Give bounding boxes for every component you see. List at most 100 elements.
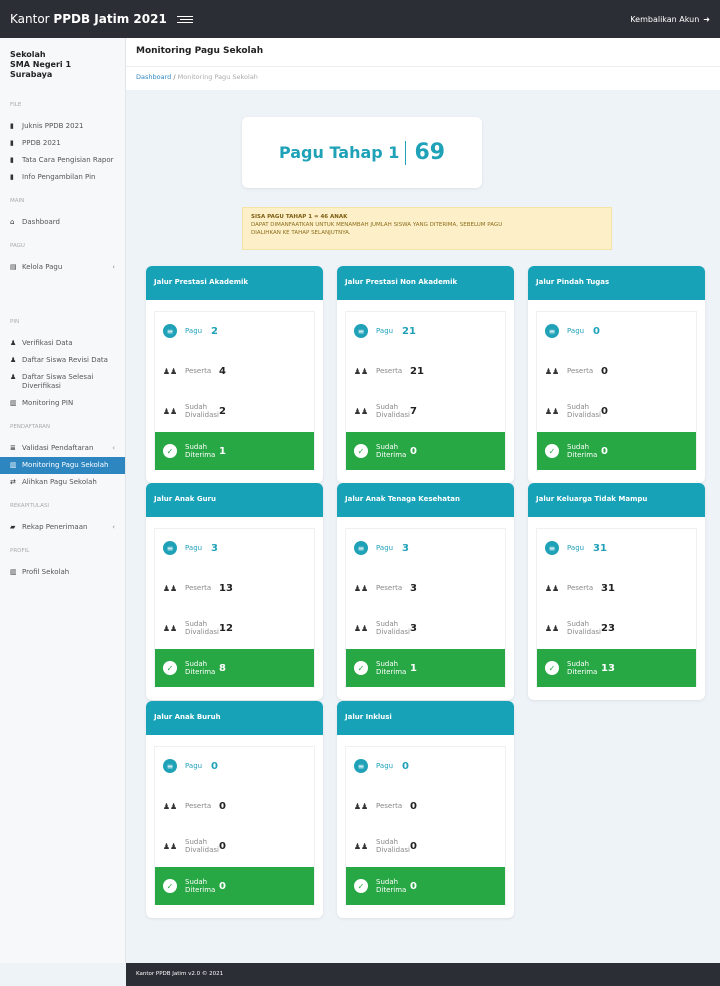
folder-icon: ▰ — [10, 523, 16, 532]
sidebar-item[interactable]: ♟ Daftar Siswa Selesai Diverifikasi — [0, 369, 125, 395]
sidebar-item-label: Alihkan Pagu Sekolah — [22, 478, 97, 487]
alert-line-2: DIALIHKAN KE TAHAP SELANJUTNYA. — [251, 229, 351, 236]
school-label: Sekolah — [10, 50, 46, 59]
home-icon: ⌂ — [10, 218, 15, 227]
pagu-value: 0 — [593, 325, 600, 337]
peserta-row: ♟♟ Peserta 0 — [155, 787, 314, 825]
diterima-row: ✓ Sudah Diterima 0 — [346, 867, 505, 905]
book-icon: ▮ — [10, 139, 14, 148]
divalidasi-value: 7 — [410, 405, 417, 417]
bank-icon: ▥ — [10, 568, 17, 577]
sidebar-item[interactable]: ▥ Monitoring PIN — [0, 395, 125, 412]
chevron-left-icon: ‹ — [112, 523, 115, 532]
pagu-label: Pagu — [185, 326, 203, 335]
top-bar: Kantor PPDB Jatim 2021 Kembalikan Akun ➜ — [0, 0, 720, 38]
diterima-label: Sudah Diterima — [376, 659, 407, 676]
users-icon: ♟♟ — [162, 841, 178, 851]
diterima-value: 0 — [410, 445, 417, 457]
pagu-row: ≡ Pagu 21 — [346, 312, 505, 350]
breadcrumb-current: Monitoring Pagu Sekolah — [177, 73, 258, 81]
remaining-quota-alert: SISA PAGU TAHAP 1 = 46 ANAK DAPAT DIMANF… — [242, 207, 612, 250]
divalidasi-label: Sudah Divalidasi — [185, 619, 219, 636]
users-icon: ♟♟ — [353, 841, 369, 851]
check-circle-icon: ✓ — [163, 661, 177, 675]
breadcrumb-dashboard-link[interactable]: Dashboard — [136, 73, 171, 81]
diterima-row: ✓ Sudah Diterima 8 — [155, 649, 314, 687]
jalur-card: Jalur Anak Tenaga Kesehatan ≡ Pagu 3 ♟♟ Peser… — [337, 483, 514, 700]
pagu-row: ≡ Pagu 2 — [155, 312, 314, 350]
sidebar-item[interactable]: ▤ Kelola Pagu ‹ — [0, 259, 125, 276]
jalur-card-body: ≡ Pagu 0 ♟♟ Peserta 0 ♟♟ Sudah Divalidasi 0 ✓ Sudah… — [345, 746, 506, 905]
check-circle-icon: ✓ — [545, 444, 559, 458]
sidebar-item[interactable]: ▥ Monitoring Pagu Sekolah — [0, 457, 125, 475]
calendar-icon: ▤ — [10, 263, 17, 272]
sidebar-item-label: Juknis PPDB 2021 — [22, 122, 84, 130]
user-icon: ♟ — [10, 338, 17, 347]
sidebar-item[interactable]: ⇄ Alihkan Pagu Sekolah — [0, 474, 125, 491]
divalidasi-label: Sudah Divalidasi — [185, 402, 219, 419]
divalidasi-row: ♟♟ Sudah Divalidasi 0 — [537, 392, 696, 430]
jalur-card-title: Jalur Keluarga Tidak Mampu — [528, 483, 705, 517]
sidebar-item[interactable]: ⌂ Dashboard — [0, 214, 125, 231]
jalur-card-title: Jalur Anak Guru — [146, 483, 323, 517]
sidebar-item[interactable]: ▥ Profil Sekolah — [0, 564, 125, 581]
bar-chart-icon: ▥ — [10, 461, 17, 470]
users-icon: ♟♟ — [353, 366, 369, 376]
jalur-card: Jalur Pindah Tugas ≡ Pagu 0 ♟♟ Peserta 0 ♟♟ Suda… — [528, 266, 705, 483]
sidebar-item-label: Daftar Siswa Selesai Diverifikasi — [22, 372, 94, 390]
sidebar-item[interactable]: ▮ Info Pengambilan Pin — [0, 169, 125, 186]
sidebar-item-label: Dashboard — [22, 218, 60, 227]
list-icon: ≡ — [354, 324, 368, 338]
sidebar-item[interactable]: ♟ Verifikasi Data — [0, 335, 125, 352]
jalur-card-body: ≡ Pagu 31 ♟♟ Peserta 31 ♟♟ Sudah Divalidasi 23 ✓ Su… — [536, 528, 697, 687]
footer: Kantor PPDB Jatim v2.0 © 2021 — [126, 963, 720, 986]
diterima-label: Sudah Diterima — [185, 659, 216, 676]
app-brand[interactable]: Kantor PPDB Jatim 2021 — [10, 12, 167, 26]
peserta-label: Peserta — [567, 583, 594, 592]
jalur-card-body: ≡ Pagu 0 ♟♟ Peserta 0 ♟♟ Sudah Divalidasi 0 ✓ Sudah… — [154, 746, 315, 905]
sidebar-item[interactable]: ▰ Rekap Penerimaan ‹ — [0, 519, 125, 536]
list-icon: ≡ — [354, 759, 368, 773]
diterima-value: 0 — [601, 445, 608, 457]
return-account-link[interactable]: Kembalikan Akun ➜ — [630, 15, 710, 24]
pagu-summary-value: 69 — [414, 140, 446, 165]
page-header: Monitoring Pagu Sekolah — [126, 38, 720, 66]
sidebar-item[interactable]: ♟ Daftar Siswa Revisi Data — [0, 352, 125, 369]
book-icon: ▮ — [10, 173, 14, 182]
jalur-card: Jalur Anak Buruh ≡ Pagu 0 ♟♟ Peserta 0 ♟♟ Sudah D… — [146, 701, 323, 918]
users-icon: ♟♟ — [353, 801, 369, 811]
pagu-value: 2 — [211, 325, 218, 337]
diterima-row: ✓ Sudah Diterima 13 — [537, 649, 696, 687]
pagu-value: 0 — [211, 760, 218, 772]
jalur-card: Jalur Inklusi ≡ Pagu 0 ♟♟ Peserta 0 ♟♟ Sudah Diva… — [337, 701, 514, 918]
sidebar-section-title: MAIN — [10, 198, 25, 205]
pagu-row: ≡ Pagu 0 — [537, 312, 696, 350]
jalur-card-title: Jalur Inklusi — [337, 701, 514, 735]
divalidasi-value: 23 — [601, 622, 615, 634]
list-icon: ≡ — [354, 541, 368, 555]
list-icon: ≡ — [163, 759, 177, 773]
pagu-value: 31 — [593, 542, 607, 554]
sidebar-item[interactable]: ≣ Validasi Pendaftaran ‹ — [0, 440, 125, 457]
sidebar-item[interactable]: ▮ PPDB 2021 — [0, 135, 125, 152]
check-circle-icon: ✓ — [354, 661, 368, 675]
peserta-value: 31 — [601, 582, 615, 594]
peserta-label: Peserta — [567, 366, 594, 375]
peserta-row: ♟♟ Peserta 13 — [155, 569, 314, 607]
sidebar-section-title: FILE — [10, 102, 22, 108]
sidebar-toggle-icon[interactable] — [176, 13, 193, 25]
breadcrumb-separator: / — [173, 73, 176, 81]
sidebar-item-label: Kelola Pagu — [22, 263, 63, 272]
sidebar: Sekolah SMA Negeri 1 Surabaya FILE ▮ Jukni… — [0, 38, 126, 963]
diterima-label: Sudah Diterima — [567, 442, 598, 459]
users-icon: ♟♟ — [353, 406, 369, 416]
users-icon: ♟♟ — [353, 623, 369, 633]
users-icon: ♟♟ — [162, 583, 178, 593]
sidebar-item[interactable]: ▮ Tata Cara Pengisian Rapor — [0, 152, 125, 169]
peserta-value: 3 — [410, 582, 417, 594]
sidebar-section-title: REKAPITULASI — [10, 503, 49, 510]
sidebar-item-label: Daftar Siswa Revisi Data — [22, 355, 108, 364]
pagu-row: ≡ Pagu 3 — [346, 529, 505, 567]
sidebar-item[interactable]: ▮ Juknis PPDB 2021 — [0, 118, 125, 135]
diterima-label: Sudah Diterima — [376, 877, 407, 894]
